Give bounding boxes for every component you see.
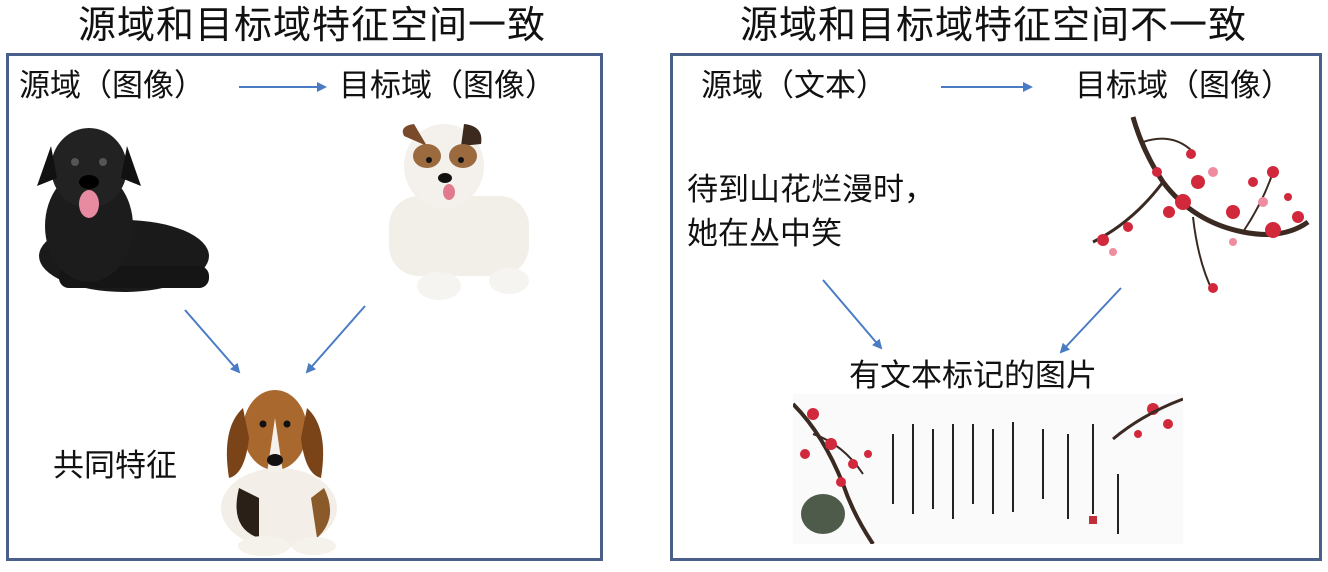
calligraphy-scroll-icon: [793, 394, 1183, 544]
white-dog-to-shared-arrow: [305, 305, 366, 374]
black-dog-icon: [37, 128, 209, 292]
left-panel-title: 源域和目标域特征空间一致: [78, 3, 547, 47]
right-panel: 源域（文本） 目标域（图像） 待到山花烂漫时， 她在丛中笑 有文本标记的图片: [670, 53, 1322, 561]
right-panel-title: 源域和目标域特征空间不一致: [740, 3, 1248, 47]
white-dog-icon: [389, 124, 529, 300]
left-panel: 源域（图像） 目标域（图像） 共同特征: [6, 53, 603, 561]
plum-blossom-icon: [1092, 116, 1310, 293]
poem-to-result-arrow: [822, 279, 883, 350]
black-dog-to-shared-arrow: [184, 309, 241, 374]
beagle-icon: [221, 390, 337, 556]
